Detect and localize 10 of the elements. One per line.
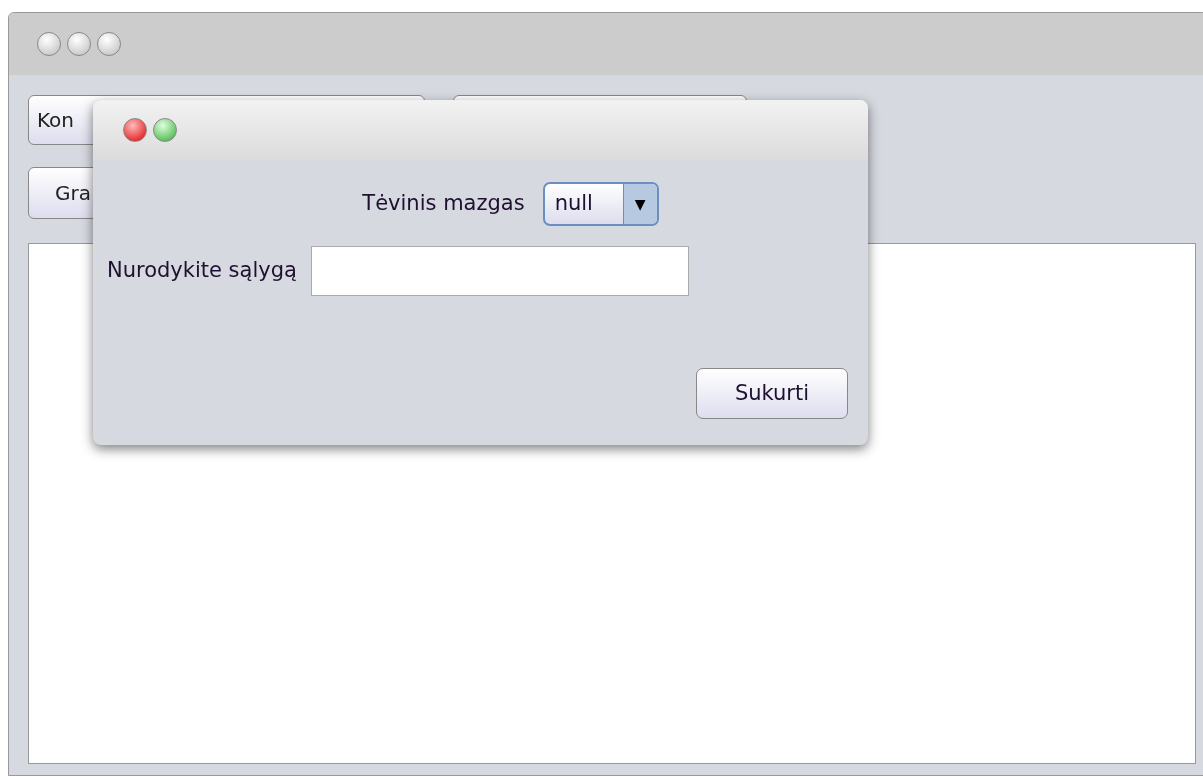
parent-node-dropdown[interactable]: null ▼ (542, 182, 659, 226)
window-control-icon[interactable] (123, 118, 147, 142)
create-button[interactable]: Sukurti (696, 368, 848, 419)
window-control-icon[interactable] (97, 32, 121, 56)
window-control-icon[interactable] (37, 32, 61, 56)
condition-label: Nurodykite sąlygą (107, 257, 297, 285)
parent-node-label: Tėvinis mazgas (362, 190, 525, 218)
window-control-icon[interactable] (67, 32, 91, 56)
condition-field[interactable] (310, 246, 689, 296)
window-control-icon[interactable] (153, 118, 177, 142)
